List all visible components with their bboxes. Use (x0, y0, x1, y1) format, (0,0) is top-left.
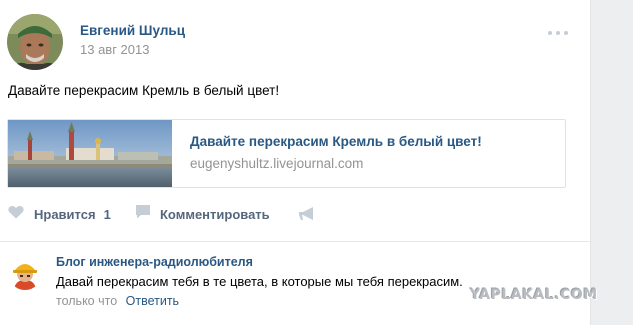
ellipsis-icon (564, 31, 568, 35)
like-count: 1 (103, 206, 111, 222)
ellipsis-icon (556, 31, 560, 35)
reply-time: только что (56, 294, 118, 308)
reply-answer-link[interactable]: Ответить (126, 294, 179, 308)
page-background (590, 0, 633, 325)
like-button[interactable]: Нравится 1 (8, 205, 111, 223)
watermark: YAPLAKAL.COM (470, 287, 598, 303)
heart-icon (8, 205, 24, 224)
snippet-domain[interactable]: eugenyshultz.livejournal.com (190, 156, 363, 171)
share-button[interactable] (297, 206, 317, 222)
reply-meta: только что Ответить (56, 294, 179, 308)
comment-label: Комментировать (160, 206, 270, 222)
author-name[interactable]: Евгений Шульц (80, 23, 185, 38)
post-card: Евгений Шульц 13 авг 2013 Давайте перекр… (0, 0, 590, 325)
snippet-title[interactable]: Давайте перекрасим Кремль в белый цвет! (190, 134, 482, 149)
reply-author[interactable]: Блог инженера-радиолюбителя (56, 255, 253, 269)
post-text: Давайте перекрасим Кремль в белый цвет! (8, 83, 280, 98)
reply-avatar[interactable] (8, 256, 42, 290)
speech-bubble-icon (135, 204, 151, 224)
reply-text: Давай перекрасим тебя в те цвета, в кото… (56, 274, 463, 289)
ellipsis-icon (548, 31, 552, 35)
post-date[interactable]: 13 авг 2013 (80, 42, 149, 57)
snippet-thumbnail[interactable] (8, 120, 172, 187)
link-snippet[interactable]: Давайте перекрасим Кремль в белый цвет! … (7, 119, 566, 188)
author-avatar[interactable] (7, 14, 63, 70)
comments-divider (0, 241, 590, 242)
megaphone-icon (297, 207, 317, 226)
like-label: Нравится (34, 206, 96, 222)
comment-button[interactable]: Комментировать (135, 205, 270, 223)
post-more-button[interactable] (545, 28, 571, 38)
